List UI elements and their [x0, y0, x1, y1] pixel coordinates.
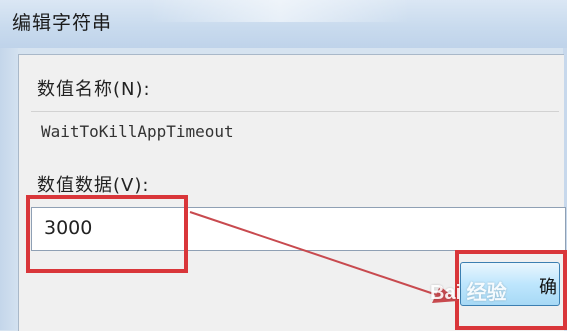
- watermark-text: Bai 经验: [430, 282, 507, 304]
- arrow-line: [189, 211, 441, 297]
- baidu-jingyan-watermark: Bai 经验: [430, 276, 507, 305]
